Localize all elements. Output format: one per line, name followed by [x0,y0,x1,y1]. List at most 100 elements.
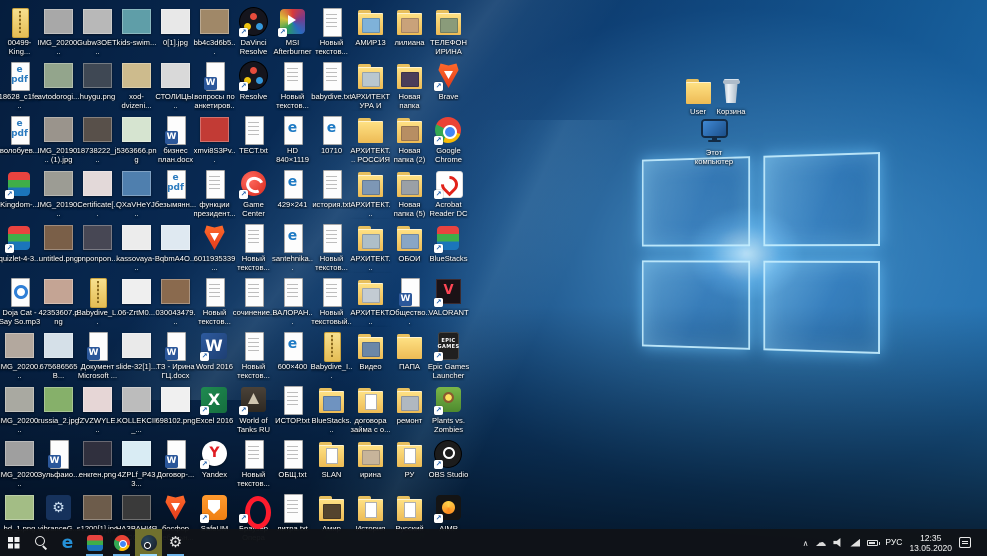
desktop-icon[interactable]: Общество... [389,275,430,329]
desktop-icon[interactable]: ↗ Acrobat Reader DC [429,167,468,221]
desktop-icon[interactable]: ↗ quizlet-4-3... [0,221,40,275]
desktop-icon[interactable]: xod-dvizeni... [117,59,156,113]
desktop-icon[interactable]: Договор-... [156,437,195,491]
desktop-icon[interactable]: безымянн... [155,167,196,221]
desktop-icon[interactable]: ↗Epic Games Launcher [428,329,469,383]
desktop-icon[interactable]: BqbmA4O... [155,221,196,275]
desktop-icon[interactable]: 030043479... [155,275,196,329]
desktop-icon[interactable]: ↗ Kingdom-... [0,167,39,221]
taskbar-steam-button[interactable] [135,529,162,556]
desktop-icon[interactable]: ↗Excel 2016 [195,383,234,437]
desktop-icon[interactable]: 06-ZrtM0... [117,275,156,329]
desktop-icon[interactable]: ОБЩ.txt [273,437,312,491]
desktop-icon[interactable]: untitled.png [39,221,78,275]
desktop-icon[interactable]: Новый текстов... [195,275,234,329]
desktop-icon[interactable]: russia_2.jpg [38,383,79,437]
desktop-icon[interactable]: ↗DaVinci Resolve Pro... [234,5,273,59]
desktop-icon[interactable]: АРХИТЕКТ... СКУЛЬПТУ.. [350,275,391,329]
desktop-icon[interactable]: 675686565B... [39,329,78,383]
hidden-icons-caret-icon[interactable]: ∧ [803,539,809,548]
desktop-icon[interactable]: АРХИТЕКТ... НОВГОРОД [350,221,391,275]
desktop-icon[interactable]: Корзина [709,74,753,116]
desktop-icon[interactable]: договора займа с о... [351,383,390,437]
desktop-icon[interactable]: ВАЛОРАН... [272,275,313,329]
desktop-icon[interactable]: BlueStacks... [311,383,352,437]
desktop-icon[interactable]: huygu.png [78,59,117,113]
desktop-icon[interactable]: ↗ Resolve [234,59,273,113]
desktop-icon[interactable]: ↗ BlueStacks [429,221,468,275]
desktop-icon[interactable]: santehnika... [272,221,313,275]
desktop-icon[interactable]: 5363666.png [116,113,157,167]
desktop-icon[interactable]: 18628_c1fe... [0,59,40,113]
desktop-icon[interactable]: Babydive_L.. [77,275,118,329]
desktop-icon[interactable]: вопросы по анкетиров... [194,59,235,113]
desktop-icon[interactable]: HD 840×1119 [273,113,312,167]
desktop-icon[interactable]: SLAN [312,437,351,491]
desktop-icon[interactable]: ↗Yandex [195,437,234,491]
desktop-icon[interactable]: сочинение.. [233,275,274,329]
desktop-icon[interactable]: 0[1].jpg [156,5,195,59]
desktop-icon[interactable]: бизнес план.docx [156,113,195,167]
desktop-icon[interactable]: ОБОИ [390,221,429,275]
desktop-icon[interactable]: 600×400 [273,329,312,383]
desktop-icon[interactable]: IMG_20200... [38,5,79,59]
desktop-icon[interactable]: история.txt [312,167,351,221]
desktop-icon[interactable]: ТЗ - Ирина ГЦ.docx [156,329,195,383]
desktop-icon[interactable]: Новая папка (5) [390,167,429,221]
desktop-icon[interactable]: ↗ Plants vs. Zombies [429,383,468,437]
desktop-icon[interactable]: ↗Word 2016 [195,329,234,383]
desktop-icon[interactable]: xmvi8S3Pv... [194,113,235,167]
desktop-icon[interactable]: АРХИТЕКТ... РОССИЯ И... [350,113,391,167]
desktop-icon[interactable]: pnponpon... [77,221,118,275]
desktop-icon[interactable]: РУ [390,437,429,491]
desktop-icon[interactable]: slide-32[1]... [116,329,157,383]
desktop-icon[interactable]: лилиана [390,5,429,59]
network-icon[interactable] [850,538,861,547]
language-indicator[interactable]: РУС [885,529,902,556]
desktop-icon[interactable]: Gubw3OET... [77,5,118,59]
desktop-icon[interactable]: ИСТОР.txt [273,383,312,437]
taskbar-search-button[interactable] [27,529,54,556]
battery-icon[interactable] [867,539,881,546]
desktop-icon[interactable]: Новый текстов... [234,221,273,275]
desktop-icon[interactable]: функции президент... [194,167,235,221]
desktop-icon[interactable]: bb4c3d6b5... [194,5,235,59]
desktop-icon[interactable]: Новый текстов... [312,221,351,275]
desktop-icon[interactable]: Новая папка (2) [390,113,429,167]
desktop-icon[interactable]: IMG_20190... (1).jpg [38,113,79,167]
taskbar-settings-button[interactable] [162,529,189,556]
desktop-icon[interactable]: KOLLEKCII_... [117,383,156,437]
taskbar-edge-button[interactable] [54,529,81,556]
desktop-icon[interactable]: Зульфаио... [38,437,79,491]
desktop-icon[interactable]: ↗ Game Center [234,167,273,221]
desktop-icon[interactable]: 18738222_j... [77,113,118,167]
action-center-icon[interactable] [959,537,971,548]
desktop-icon[interactable]: АРХИТЕКТ... ВЛАДИМИР [350,167,391,221]
desktop-icon[interactable]: Babydive_I... [311,329,352,383]
desktop-icon[interactable]: Новый текстов... [273,59,312,113]
desktop-icon[interactable]: ↗ OBS Studio [429,437,468,491]
desktop-icon[interactable]: ирина [351,437,390,491]
desktop-icon[interactable]: 429×241 [273,167,312,221]
desktop-icon[interactable]: Новый текстов... [234,437,273,491]
desktop-icon[interactable]: ремонт [390,383,429,437]
desktop-icon[interactable]: АМИР13 [351,5,390,59]
desktop-icon[interactable]: Новая папка [390,59,429,113]
desktop-icon[interactable]: 42353607.png [38,275,79,329]
desktop-icon[interactable]: QXaVHeYJ... [116,167,157,221]
desktop-icon[interactable]: ↗ Brave [429,59,468,113]
onedrive-icon[interactable]: ☁ [815,537,826,548]
desktop-icon[interactable]: Видео [351,329,390,383]
desktop-icon[interactable]: babydive.txt [311,59,352,113]
desktop-icon[interactable]: 698102.png [155,383,196,437]
desktop-icon[interactable]: Новый текстовый.. [311,275,352,329]
volume-icon[interactable] [833,538,841,547]
desktop-icon[interactable]: ТЕСТ.txt [234,113,273,167]
taskbar-clock[interactable]: 12:35 13.05.2020 [909,533,952,553]
desktop-icon[interactable]: IMG_20200... [0,329,40,383]
desktop-icon[interactable]: 00499-King... [0,5,39,59]
desktop-icon[interactable]: ↗VALORANT [428,275,469,329]
desktop-icon[interactable]: енкген.png [78,437,117,491]
desktop-icon[interactable]: 6011935339... [194,221,236,275]
desktop-icon[interactable]: ↗ Google Chrome [429,113,468,167]
